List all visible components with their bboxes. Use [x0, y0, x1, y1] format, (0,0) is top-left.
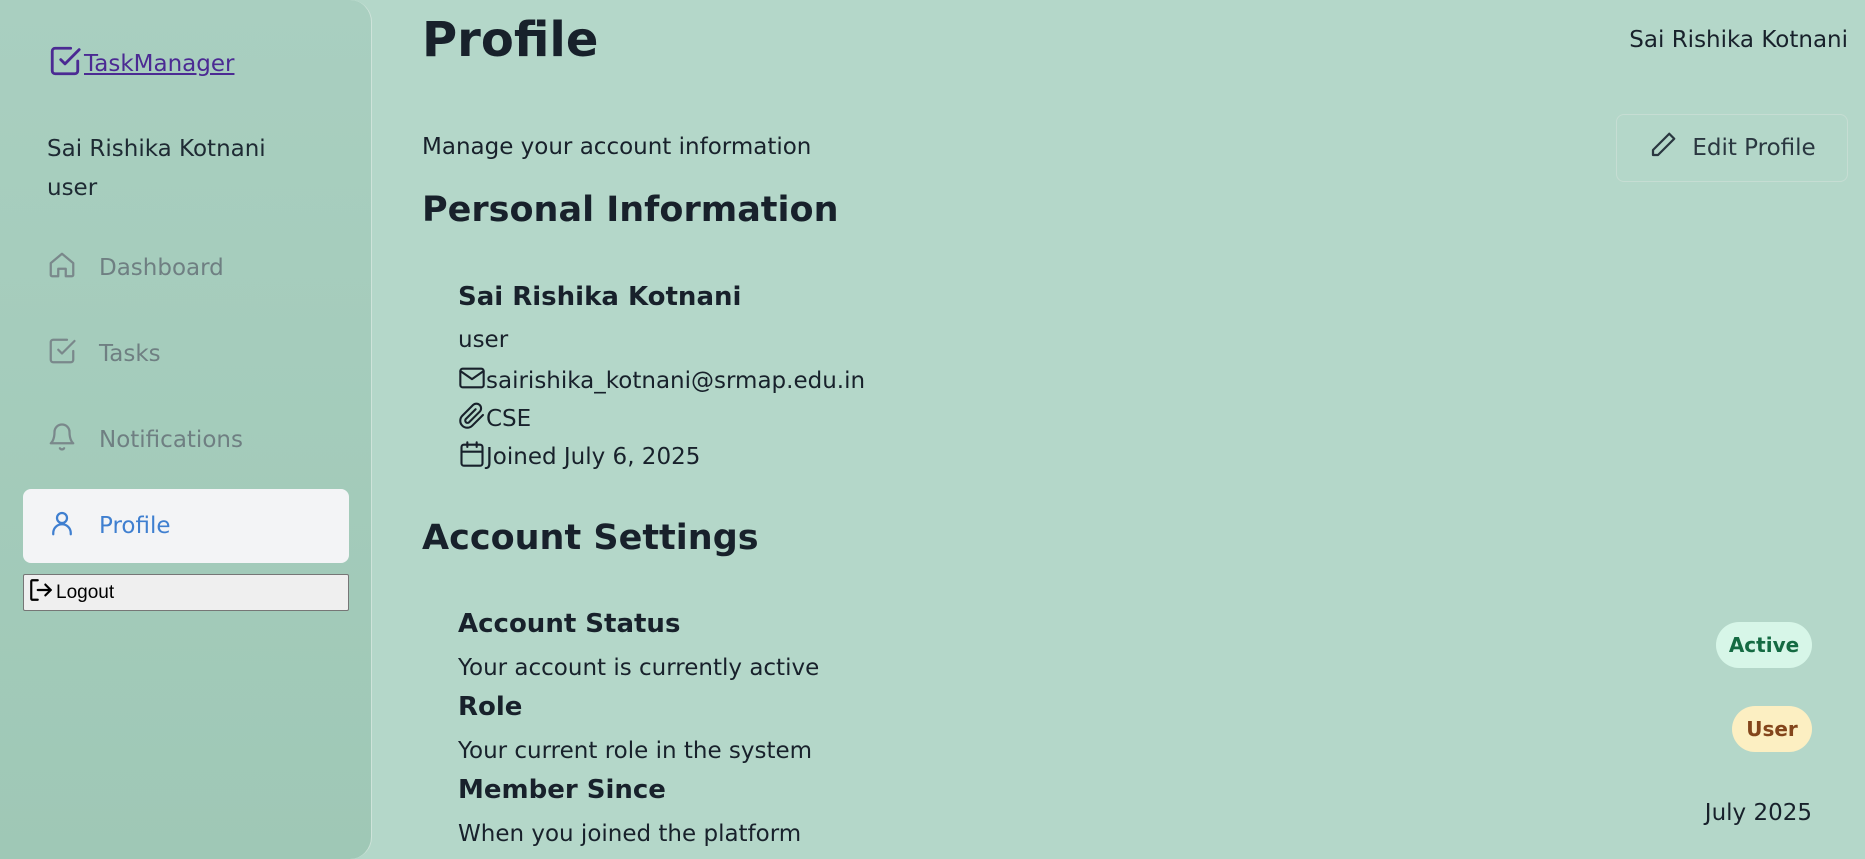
pencil-icon	[1648, 130, 1678, 166]
sidebar-item-profile[interactable]: Profile	[23, 489, 349, 563]
profile-department: CSE	[458, 402, 531, 436]
edit-profile-button[interactable]: Edit Profile	[1616, 114, 1848, 182]
profile-joined: Joined July 6, 2025	[458, 440, 700, 474]
profile-email-text: sairishika_kotnani@srmap.edu.in	[486, 368, 866, 394]
home-icon	[47, 250, 77, 286]
main-content: Profile Sai Rishika Kotnani Manage your …	[372, 0, 1865, 859]
paperclip-icon	[458, 402, 486, 436]
header-user-name: Sai Rishika Kotnani	[1629, 27, 1848, 53]
role-badge: User	[1732, 706, 1812, 752]
account-settings-heading: Account Settings	[422, 518, 759, 558]
profile-email: sairishika_kotnani@srmap.edu.in	[458, 364, 865, 398]
check-square-icon	[48, 44, 82, 84]
profile-department-text: CSE	[486, 406, 532, 432]
calendar-icon	[458, 440, 486, 474]
sidebar: TaskManager Sai Rishika Kotnani user Das…	[0, 0, 372, 859]
member-since-desc: When you joined the platform	[458, 821, 802, 847]
sidebar-item-label: Dashboard	[99, 255, 224, 281]
mail-icon	[458, 364, 486, 398]
bell-icon	[47, 422, 77, 458]
sidebar-user-role: user	[47, 175, 98, 201]
page-title: Profile	[422, 12, 599, 68]
page-subtitle: Manage your account information	[422, 134, 812, 160]
sidebar-item-label: Profile	[99, 513, 171, 539]
checkbox-icon	[47, 336, 77, 372]
member-since-title: Member Since	[458, 775, 666, 805]
profile-role: user	[458, 327, 508, 353]
profile-name: Sai Rishika Kotnani	[458, 282, 742, 312]
logout-label: Logout	[56, 581, 115, 603]
sidebar-item-label: Tasks	[99, 341, 161, 367]
account-status-desc: Your account is currently active	[458, 655, 820, 681]
logout-icon	[28, 577, 54, 609]
sidebar-item-tasks[interactable]: Tasks	[23, 317, 349, 391]
role-title: Role	[458, 692, 523, 722]
logout-button[interactable]: Logout	[23, 574, 349, 611]
sidebar-item-dashboard[interactable]: Dashboard	[23, 231, 349, 305]
personal-info-heading: Personal Information	[422, 190, 839, 230]
edit-profile-label: Edit Profile	[1692, 135, 1816, 161]
profile-role-text: user	[458, 327, 509, 353]
sidebar-user-info: Sai Rishika Kotnani user	[47, 130, 266, 208]
brand-name[interactable]: TaskManager	[84, 51, 234, 77]
member-since-value: July 2025	[1704, 800, 1812, 826]
account-status-title: Account Status	[458, 609, 681, 639]
sidebar-item-label: Notifications	[99, 427, 243, 453]
profile-joined-text: Joined July 6, 2025	[486, 444, 701, 470]
sidebar-user-name: Sai Rishika Kotnani	[47, 136, 266, 162]
status-badge: Active	[1716, 622, 1812, 668]
sidebar-item-notifications[interactable]: Notifications	[23, 403, 349, 477]
user-icon	[47, 508, 77, 544]
role-desc: Your current role in the system	[458, 738, 813, 764]
brand-link[interactable]: TaskManager	[48, 44, 234, 84]
